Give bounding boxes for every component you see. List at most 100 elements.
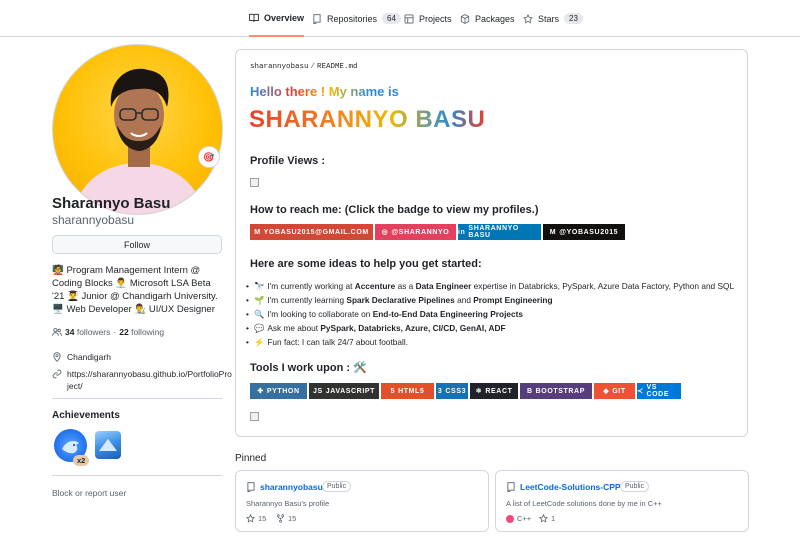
badge-medium[interactable]: M @YOBASU2015	[543, 224, 625, 240]
repo-count-badge: 64	[382, 13, 401, 24]
followers-label: followers	[76, 327, 111, 337]
tab-stars[interactable]: Stars 23	[523, 0, 583, 37]
pinned-repo-description: Sharannyo Basu's profile	[246, 499, 330, 508]
name-banner: SHARANNYO BASU	[249, 106, 486, 133]
ideas-heading: Here are some ideas to help you get star…	[250, 258, 482, 270]
star-icon	[539, 514, 548, 523]
badge-javascript[interactable]: JS JAVASCRIPT	[309, 383, 379, 399]
star-count: 15	[258, 514, 267, 523]
list-item-emoji: 🔭	[254, 281, 265, 291]
following-link[interactable]: 22 following	[119, 327, 164, 337]
stars-count-badge: 23	[564, 13, 583, 24]
list-item: 🔭I'm currently working at Accenture as a…	[246, 279, 740, 293]
visibility-badge: Public	[620, 481, 650, 492]
react-icon: ⚛	[475, 388, 483, 395]
followers-link[interactable]: 34 followers	[65, 327, 110, 337]
profile-bio: 🧑‍🏫 Program Management Intern @ Coding B…	[52, 265, 218, 315]
achievement-badge-yolo[interactable]	[95, 431, 121, 459]
tab-label: Repositories	[327, 13, 378, 24]
divider	[52, 398, 222, 399]
location-row: Chandigarh	[52, 352, 111, 362]
list-item: 🔍I'm looking to collaborate on End-to-En…	[246, 307, 740, 321]
badge-git[interactable]: ◆ GIT	[594, 383, 635, 399]
package-icon	[460, 13, 470, 24]
readme-owner-link[interactable]: sharannyobasu	[250, 63, 309, 71]
following-count: 22	[119, 327, 129, 337]
repo-language: C++	[506, 514, 531, 523]
badge-label: @YOBASU2015	[559, 228, 619, 236]
badge-html5[interactable]: 5 HTML5	[381, 383, 434, 399]
repo-icon	[247, 482, 255, 492]
list-item-text: Spark Declarative Pipelines	[346, 295, 455, 305]
tab-label: Packages	[475, 13, 515, 24]
list-item-emoji: 🌱	[254, 295, 265, 305]
list-item-text: and	[454, 295, 474, 305]
badge-label: REACT	[485, 387, 513, 395]
tab-label: Stars	[538, 13, 560, 24]
pinned-repo-name[interactable]: sharannyobasu	[260, 482, 323, 492]
tab-label: Overview	[264, 12, 305, 23]
ideas-list: 🔭I'm currently working at Accenture as a…	[246, 279, 740, 349]
block-report-link[interactable]: Block or report user	[52, 488, 126, 498]
badge-label: SHARANNYO BASU	[468, 225, 519, 239]
repo-icon	[507, 482, 515, 492]
avatar[interactable]	[52, 44, 223, 215]
book-icon	[249, 13, 259, 22]
badge-label: BOOTSTRAP	[535, 387, 585, 395]
follow-stats: 34 followers · 22 following	[52, 327, 164, 337]
people-icon	[52, 328, 62, 336]
table-icon	[404, 14, 414, 23]
bootstrap-icon: B	[526, 387, 533, 395]
stargazers-link[interactable]: 1	[539, 514, 555, 523]
status-emoji-badge[interactable]: 🎯	[198, 146, 220, 168]
follow-button[interactable]: Follow	[52, 235, 222, 254]
forks-link[interactable]: 15	[276, 514, 296, 523]
badge-label: PYTHON	[266, 387, 300, 395]
stargazers-link[interactable]: 15	[246, 514, 266, 523]
link-icon	[52, 369, 62, 379]
linkedin-icon: in	[458, 228, 466, 236]
git-icon: ◆	[603, 388, 610, 395]
tab-repositories[interactable]: Repositories 64	[312, 0, 401, 37]
tab-overview[interactable]: Overview	[249, 0, 305, 37]
badge-linkedin[interactable]: in SHARANNYO BASU	[458, 224, 541, 240]
html5-icon: 5	[390, 387, 396, 395]
list-item-text: I'm currently working at	[267, 281, 355, 291]
pinned-repo-description: A list of LeetCode solutions done by me …	[506, 499, 662, 508]
badge-label: HTML5	[398, 387, 425, 395]
website-link[interactable]: https://sharannyobasu.github.io/Portfoli…	[67, 368, 232, 392]
pinned-repo-name[interactable]: LeetCode-Solutions-CPP	[520, 482, 621, 492]
list-item-text: Ask me about	[267, 323, 321, 333]
star-count: 1	[551, 514, 556, 523]
readme-footer-image	[250, 412, 259, 421]
readme-file-name: README.md	[317, 63, 358, 71]
list-item: ⚡Fun fact: I can talk 24/7 about footbal…	[246, 335, 740, 349]
following-label: following	[131, 327, 165, 337]
badge-label: @SHARANNYO	[391, 228, 450, 236]
tab-projects[interactable]: Projects	[404, 0, 452, 37]
profile-views-counter-image	[250, 178, 259, 187]
list-item-text: I'm currently learning	[267, 295, 347, 305]
badge-gmail[interactable]: M YOBASU2015@GMAIL.COM	[250, 224, 373, 240]
python-icon: ✚	[257, 388, 264, 395]
fork-count: 15	[288, 514, 297, 523]
tools-heading: Tools I work upon : 🛠️	[250, 362, 367, 374]
list-item-text: I'm looking to collaborate on	[267, 309, 373, 319]
divider	[52, 475, 222, 476]
profile-username: sharannyobasu	[52, 213, 135, 227]
website-row: https://sharannyobasu.github.io/Portfoli…	[52, 368, 232, 392]
star-icon	[246, 514, 255, 523]
achievement-art-icon	[99, 439, 117, 451]
path-slash: /	[310, 63, 316, 71]
badge-instagram[interactable]: ◎ @SHARANNYO	[375, 224, 456, 240]
badge-css3[interactable]: 3 CSS3	[436, 383, 468, 399]
readme-path: sharannyobasu / README.md	[250, 63, 358, 71]
badge-vscode[interactable]: ≺ VS CODE	[637, 383, 681, 399]
badge-python[interactable]: ✚ PYTHON	[250, 383, 307, 399]
profile-tab-nav: Overview Repositories 64 Projects Packag…	[0, 0, 800, 37]
tab-packages[interactable]: Packages	[460, 0, 515, 37]
badge-react[interactable]: ⚛ REACT	[470, 383, 518, 399]
instagram-icon: ◎	[381, 229, 389, 236]
badge-bootstrap[interactable]: B BOOTSTRAP	[520, 383, 592, 399]
dot-separator: ·	[113, 327, 117, 337]
